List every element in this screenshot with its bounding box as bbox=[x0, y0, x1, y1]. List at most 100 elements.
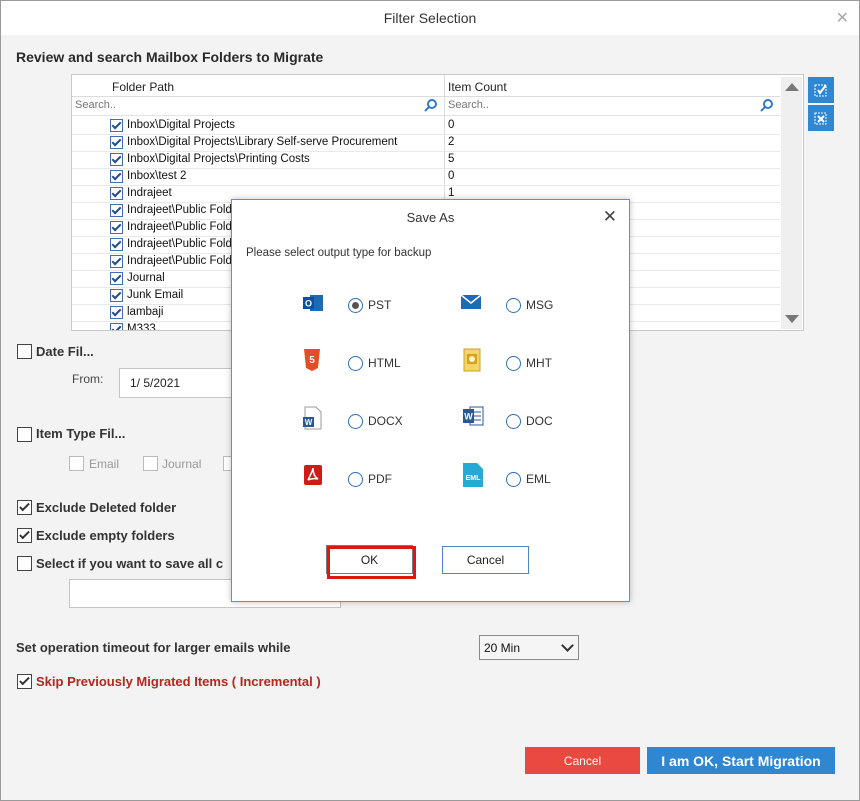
item-count-cell: 2 bbox=[448, 136, 455, 148]
search-row-path bbox=[72, 97, 444, 116]
search-input-folder-path[interactable] bbox=[72, 97, 405, 113]
word-icon: W bbox=[463, 406, 484, 426]
row-checkbox[interactable] bbox=[110, 187, 123, 200]
start-migration-button[interactable]: I am OK, Start Migration bbox=[647, 747, 835, 774]
folder-path-cell: Indrajeet\Public Folder bbox=[127, 255, 243, 267]
pdf-radio[interactable] bbox=[348, 472, 363, 487]
search-row-count bbox=[445, 97, 780, 116]
row-checkbox[interactable] bbox=[110, 204, 123, 217]
row-checkbox[interactable] bbox=[110, 323, 123, 330]
scroll-down-arrow-icon[interactable] bbox=[785, 315, 799, 323]
item-count-cell: 0 bbox=[448, 170, 455, 182]
pdf-label: PDF bbox=[368, 472, 392, 486]
svg-text:5: 5 bbox=[309, 355, 315, 366]
table-row[interactable]: Inbox\test 2 0 bbox=[72, 168, 780, 186]
folder-path-cell: Inbox\Digital Projects\Printing Costs bbox=[127, 153, 310, 165]
date-filter-checkbox[interactable] bbox=[17, 344, 32, 359]
pdf-icon bbox=[304, 465, 322, 485]
outlook-icon: O bbox=[303, 295, 323, 311]
grid-header: Folder Path Item Count bbox=[72, 75, 780, 97]
email-type-label: Email bbox=[89, 457, 120, 471]
row-checkbox[interactable] bbox=[110, 289, 123, 302]
html-label: HTML bbox=[368, 356, 401, 370]
row-checkbox[interactable] bbox=[110, 119, 123, 132]
scroll-up-arrow-icon[interactable] bbox=[785, 83, 799, 91]
row-checkbox[interactable] bbox=[110, 238, 123, 251]
deselect-all-icon bbox=[814, 112, 827, 125]
row-checkbox[interactable] bbox=[110, 136, 123, 149]
svg-text:O: O bbox=[305, 299, 312, 309]
doc-label: DOC bbox=[526, 414, 553, 428]
row-checkbox[interactable] bbox=[110, 272, 123, 285]
eml-file-icon: EML bbox=[463, 463, 483, 487]
item-count-cell: 5 bbox=[448, 153, 455, 165]
from-date-value: 1/ 5/2021 bbox=[130, 376, 181, 390]
select-all-icon bbox=[814, 84, 827, 97]
timeout-select[interactable]: 20 Min bbox=[479, 635, 579, 660]
html5-icon: 5 bbox=[304, 349, 320, 371]
msg-label: MSG bbox=[526, 298, 554, 312]
table-row[interactable]: Inbox\Digital Projects\Library Self-serv… bbox=[72, 134, 780, 152]
folder-path-cell: Junk Email bbox=[127, 289, 184, 301]
folder-path-cell: Inbox\Digital Projects bbox=[127, 119, 236, 131]
folder-path-cell: Indrajeet\Public Folder bbox=[127, 238, 243, 250]
mht-radio[interactable] bbox=[506, 356, 521, 371]
exclude-deleted-label: Exclude Deleted folder bbox=[36, 500, 177, 515]
folder-path-cell: Journal bbox=[127, 272, 165, 284]
row-checkbox[interactable] bbox=[110, 153, 123, 166]
journal-type-checkbox[interactable] bbox=[143, 456, 158, 471]
ok-button[interactable]: OK bbox=[326, 545, 413, 574]
exclude-empty-checkbox[interactable] bbox=[17, 528, 32, 543]
table-row[interactable]: Inbox\Digital Projects 0 bbox=[72, 117, 780, 135]
skip-migrated-checkbox[interactable] bbox=[17, 674, 32, 689]
svg-text:W: W bbox=[305, 418, 313, 427]
column-header-item-count[interactable]: Item Count bbox=[448, 80, 507, 94]
svg-text:W: W bbox=[464, 412, 473, 422]
svg-text:EML: EML bbox=[466, 475, 482, 482]
cancel-button[interactable]: Cancel bbox=[525, 747, 640, 774]
folder-path-cell: Indrajeet bbox=[127, 187, 172, 199]
pst-radio[interactable] bbox=[348, 298, 363, 313]
docx-radio[interactable] bbox=[348, 414, 363, 429]
table-row[interactable]: Inbox\Digital Projects\Printing Costs 5 bbox=[72, 151, 780, 169]
eml-radio[interactable] bbox=[506, 472, 521, 487]
timeout-label: Set operation timeout for larger emails … bbox=[16, 640, 291, 655]
save-all-checkbox[interactable] bbox=[17, 556, 32, 571]
msg-radio[interactable] bbox=[506, 298, 521, 313]
exclude-deleted-checkbox[interactable] bbox=[17, 500, 32, 515]
doc-radio[interactable] bbox=[506, 414, 521, 429]
date-filter-label: Date Fil... bbox=[36, 344, 94, 359]
folder-path-cell: Indrajeet\Public Folder bbox=[127, 204, 243, 216]
select-all-button[interactable] bbox=[808, 77, 834, 103]
search-icon[interactable] bbox=[424, 98, 438, 115]
from-date-field[interactable]: 1/ 5/2021 bbox=[119, 368, 241, 398]
grid-scrollbar[interactable] bbox=[781, 77, 802, 329]
row-checkbox[interactable] bbox=[110, 306, 123, 319]
html-radio[interactable] bbox=[348, 356, 363, 371]
search-input-item-count[interactable] bbox=[445, 97, 738, 113]
journal-type-label: Journal bbox=[162, 457, 202, 471]
docx-label: DOCX bbox=[368, 414, 403, 428]
search-icon[interactable] bbox=[760, 98, 774, 115]
item-type-filter-label: Item Type Fil... bbox=[36, 426, 126, 441]
row-checkbox[interactable] bbox=[110, 221, 123, 234]
section-heading: Review and search Mailbox Folders to Mig… bbox=[16, 49, 324, 65]
folder-path-cell: Inbox\test 2 bbox=[127, 170, 187, 182]
envelope-icon bbox=[460, 294, 482, 309]
email-type-checkbox[interactable] bbox=[69, 456, 84, 471]
item-type-filter-checkbox[interactable] bbox=[17, 427, 32, 442]
column-header-folder-path[interactable]: Folder Path bbox=[112, 80, 174, 94]
item-count-cell: 1 bbox=[448, 187, 455, 199]
skip-migrated-label: Skip Previously Migrated Items ( Increme… bbox=[36, 674, 321, 689]
row-checkbox[interactable] bbox=[110, 255, 123, 268]
row-checkbox[interactable] bbox=[110, 170, 123, 183]
close-icon[interactable]: ✕ bbox=[836, 8, 849, 28]
mht-label: MHT bbox=[526, 356, 552, 370]
dialog-cancel-button[interactable]: Cancel bbox=[442, 546, 529, 574]
deselect-all-button[interactable] bbox=[808, 105, 834, 131]
exclude-empty-label: Exclude empty folders bbox=[36, 528, 175, 543]
close-icon[interactable]: ✕ bbox=[603, 207, 617, 227]
save-all-label: Select if you want to save all c bbox=[36, 556, 224, 571]
save-as-dialog: Save As ✕ Please select output type for … bbox=[231, 199, 630, 602]
chevron-down-icon bbox=[561, 639, 574, 652]
